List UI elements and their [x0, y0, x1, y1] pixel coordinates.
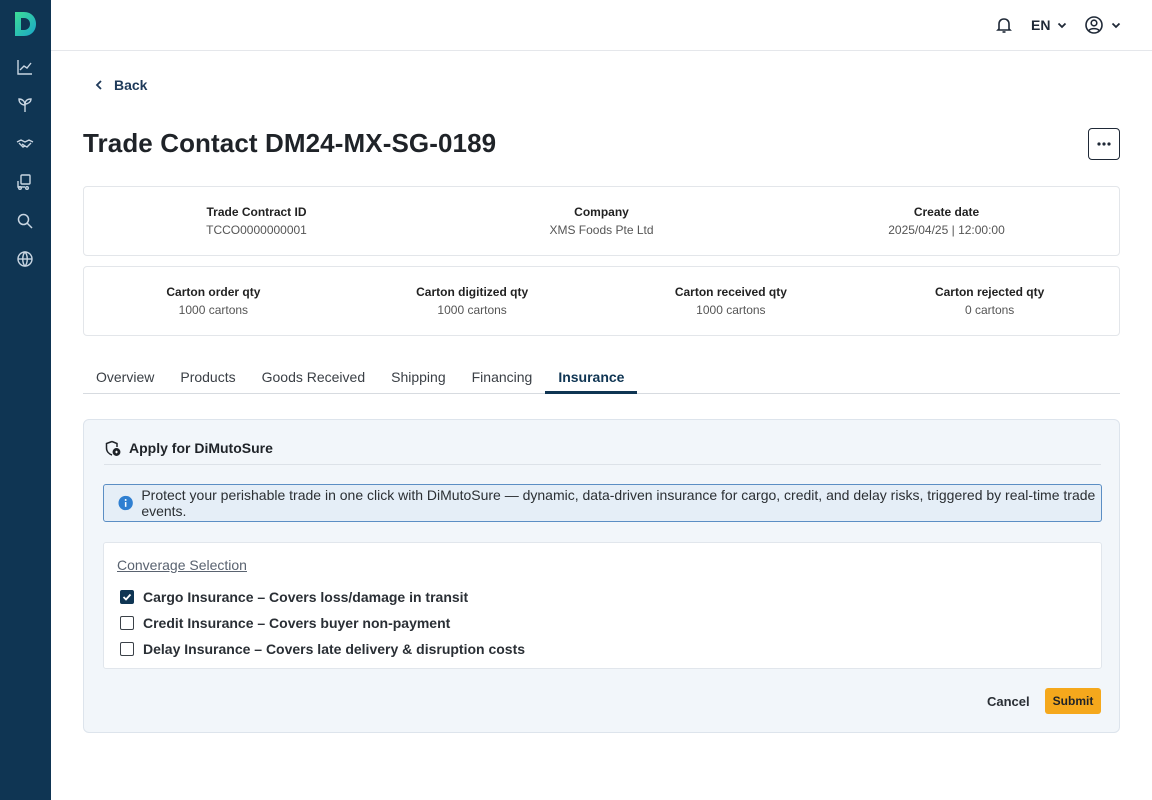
- qty-label: Carton digitized qty: [416, 285, 529, 299]
- qty-order: Carton order qty 1000 cartons: [84, 285, 343, 317]
- bell-icon: [996, 18, 1012, 33]
- info-alert: Protect your perishable trade in one cli…: [103, 484, 1102, 522]
- handshake-icon: [16, 139, 34, 148]
- delay-checkbox[interactable]: [120, 642, 134, 656]
- globe-icon: [17, 251, 33, 267]
- cancel-button[interactable]: Cancel: [979, 689, 1038, 715]
- qty-value: 0 cartons: [964, 303, 1015, 317]
- page-title: Trade Contact DM24-MX-SG-0189: [83, 128, 497, 158]
- contract-summary-card: Trade Contract ID TCCO0000000001 Company…: [83, 186, 1120, 256]
- chevron-left-icon: [95, 80, 102, 90]
- coverage-option-label: Credit Insurance – Covers buyer non-paym…: [143, 615, 451, 631]
- insurance-header: Apply for DiMutoSure: [104, 440, 1101, 465]
- truck-icon: [17, 174, 31, 190]
- chart-icon: [17, 60, 32, 75]
- qty-label: Carton received qty: [674, 285, 787, 299]
- coverage-option-credit[interactable]: Credit Insurance – Covers buyer non-paym…: [120, 615, 450, 631]
- summary-contract-id: Trade Contract ID TCCO0000000001: [84, 205, 429, 237]
- top-bar: EN: [51, 0, 1152, 51]
- carton-quantities-card: Carton order qty 1000 cartons Carton dig…: [83, 266, 1120, 336]
- sidebar-item-produce[interactable]: [13, 93, 37, 117]
- submit-button[interactable]: Submit: [1045, 688, 1101, 714]
- tab-products[interactable]: Products: [167, 362, 248, 393]
- chevron-down-icon: [1111, 22, 1121, 29]
- summary-value: XMS Foods Pte Ltd: [549, 223, 654, 237]
- qty-value: 1000 cartons: [437, 303, 507, 317]
- back-label: Back: [114, 77, 148, 93]
- info-alert-text: Protect your perishable trade in one cli…: [141, 487, 1096, 519]
- sidebar-item-trade[interactable]: [13, 132, 37, 156]
- insurance-panel: Apply for DiMutoSure Protect your perish…: [83, 419, 1120, 733]
- language-selector[interactable]: EN: [1031, 14, 1068, 36]
- summary-company: Company XMS Foods Pte Ltd: [429, 205, 774, 237]
- summary-label: Company: [574, 205, 629, 219]
- user-icon: [1085, 16, 1103, 34]
- user-menu[interactable]: [1084, 14, 1122, 36]
- notifications-button[interactable]: [993, 14, 1015, 36]
- chevron-down-icon: [1058, 22, 1067, 29]
- qty-digitized: Carton digitized qty 1000 cartons: [343, 285, 602, 317]
- coverage-option-delay[interactable]: Delay Insurance – Covers late delivery &…: [120, 641, 525, 657]
- more-actions-button[interactable]: [1088, 128, 1120, 160]
- summary-value: TCCO0000000001: [206, 223, 307, 237]
- sidebar: [0, 0, 51, 800]
- search-icon: [17, 213, 33, 229]
- sidebar-item-search[interactable]: [13, 209, 37, 233]
- tab-goods-received[interactable]: Goods Received: [249, 362, 379, 393]
- check-icon: [122, 593, 132, 601]
- tab-insurance[interactable]: Insurance: [545, 362, 638, 394]
- coverage-option-label: Delay Insurance – Covers late delivery &…: [143, 641, 526, 657]
- tab-bar: Overview Products Goods Received Shippin…: [83, 362, 1120, 394]
- summary-value: 2025/04/25 | 12:00:00: [888, 223, 1005, 237]
- back-link[interactable]: Back: [94, 77, 147, 93]
- cargo-checkbox[interactable]: [120, 590, 134, 604]
- coverage-title: Converage Selection: [117, 557, 247, 573]
- credit-checkbox[interactable]: [120, 616, 134, 630]
- qty-value: 1000 cartons: [696, 303, 766, 317]
- logo-icon[interactable]: [12, 10, 38, 38]
- tab-shipping[interactable]: Shipping: [378, 362, 459, 393]
- language-label: EN: [1031, 17, 1051, 33]
- qty-label: Carton rejected qty: [934, 285, 1045, 299]
- summary-label: Create date: [913, 205, 980, 219]
- sidebar-item-global[interactable]: [13, 247, 37, 271]
- summary-create-date: Create date 2025/04/25 | 12:00:00: [774, 205, 1119, 237]
- tab-overview[interactable]: Overview: [83, 362, 167, 393]
- tab-financing[interactable]: Financing: [459, 362, 546, 393]
- coverage-option-cargo[interactable]: Cargo Insurance – Covers loss/damage in …: [120, 589, 468, 605]
- qty-value: 1000 cartons: [178, 303, 249, 317]
- more-icon: [1097, 142, 1111, 146]
- qty-received: Carton received qty 1000 cartons: [602, 285, 861, 317]
- insurance-heading: Apply for DiMutoSure: [129, 440, 273, 456]
- qty-label: Carton order qty: [166, 285, 261, 299]
- shield-icon: [105, 440, 121, 456]
- info-icon: [118, 495, 133, 511]
- qty-rejected: Carton rejected qty 0 cartons: [860, 285, 1119, 317]
- coverage-selection: Converage Selection Cargo Insurance – Co…: [103, 542, 1102, 669]
- coverage-option-label: Cargo Insurance – Covers loss/damage in …: [143, 589, 469, 605]
- sidebar-item-logistics[interactable]: [13, 170, 37, 194]
- sidebar-item-analytics[interactable]: [13, 55, 37, 79]
- plant-icon: [18, 98, 32, 112]
- summary-label: Trade Contract ID: [206, 205, 307, 219]
